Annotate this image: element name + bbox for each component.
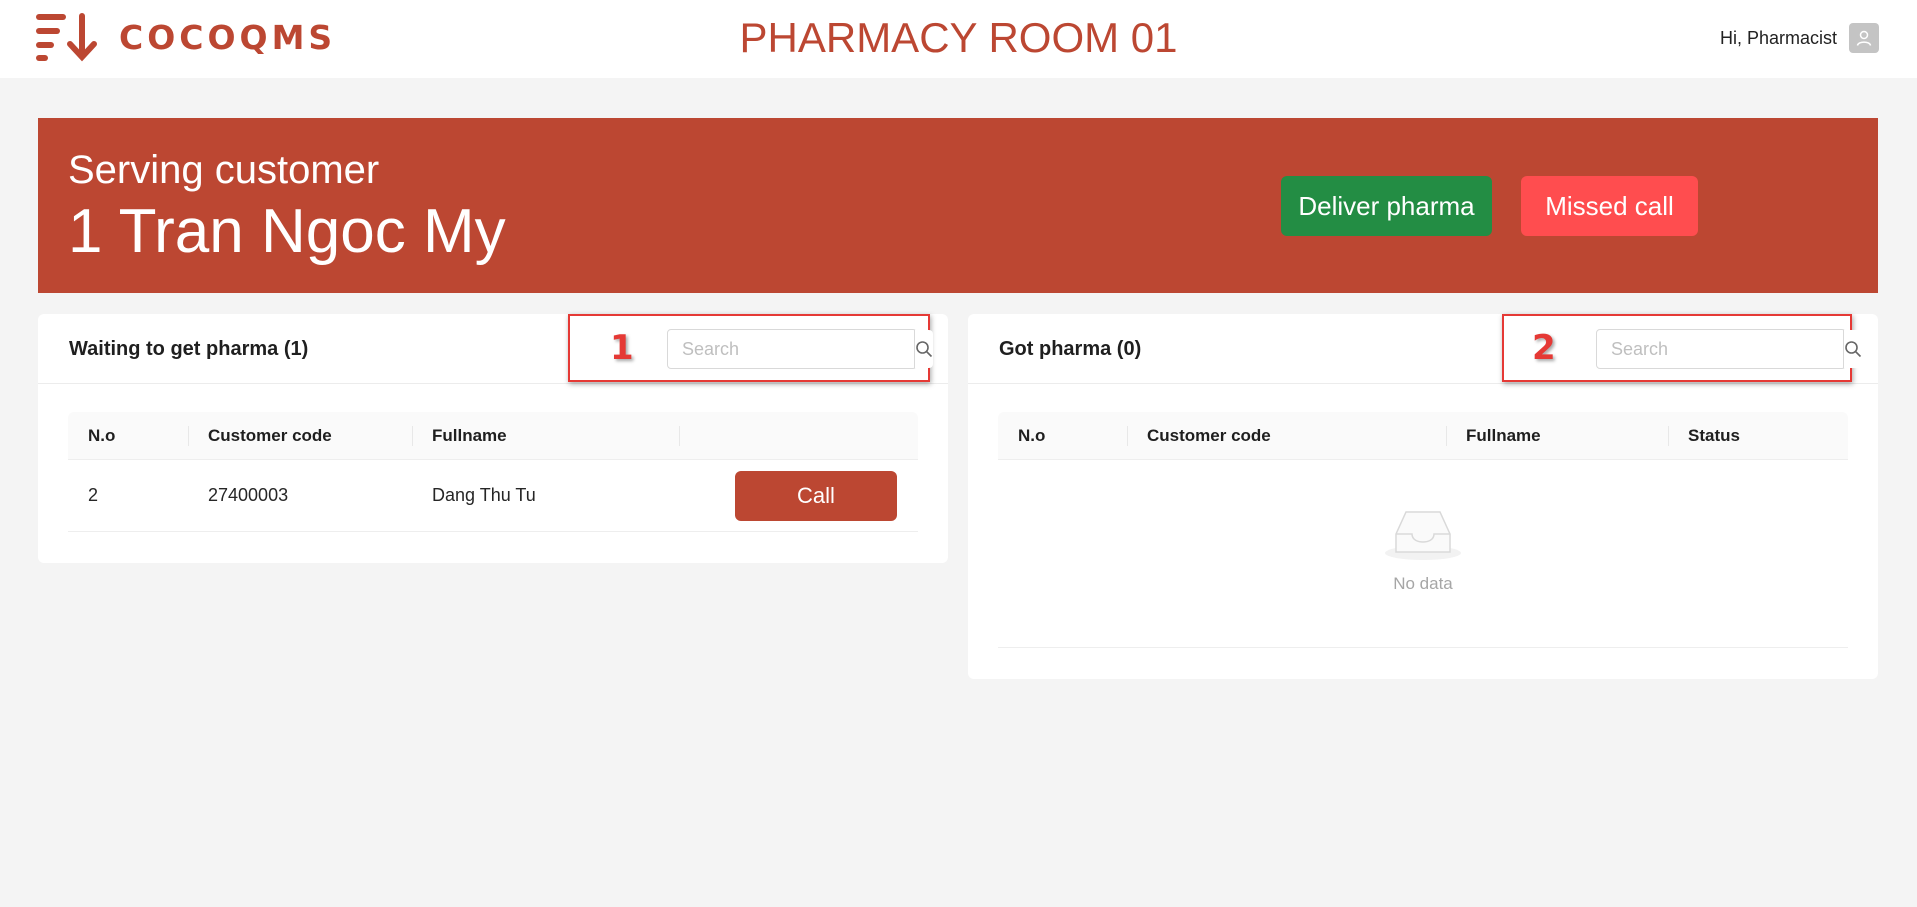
serving-label: Serving customer <box>68 148 380 192</box>
search-icon <box>1845 341 1862 358</box>
got-card-header: Got pharma (0) 2 <box>968 314 1878 384</box>
column-header: Customer code <box>188 412 412 460</box>
column-header <box>679 412 918 460</box>
search-icon <box>916 341 933 358</box>
deliver-pharma-button[interactable]: Deliver pharma <box>1281 176 1492 236</box>
cell-fullname: Dang Thu Tu <box>432 485 536 505</box>
empty-state: No data <box>998 460 1848 648</box>
page-title: PHARMACY ROOM 01 <box>739 14 1178 61</box>
serving-banner: Serving customer 1 Tran Ngoc My Deliver … <box>38 118 1878 293</box>
table-row: 2 27400003 Dang Thu Tu Call <box>68 460 918 532</box>
waiting-search <box>667 329 933 369</box>
cell-action: Call <box>679 470 918 521</box>
cell-customer-code: 27400003 <box>208 485 289 505</box>
column-header: N.o <box>88 425 116 445</box>
got-search-button[interactable] <box>1843 330 1862 368</box>
waiting-title: Waiting to get pharma (1) <box>69 338 309 360</box>
waiting-search-button[interactable] <box>914 330 933 368</box>
inbox-empty-icon <box>1385 511 1461 560</box>
column-header: N.o <box>1018 425 1046 445</box>
annotation-number-2: 2 <box>1532 328 1556 368</box>
column-header: Customer code <box>1127 412 1446 460</box>
column-header: Status <box>1668 412 1848 460</box>
missed-call-button[interactable]: Missed call <box>1521 176 1698 236</box>
call-button[interactable]: Call <box>735 470 897 521</box>
column-header: Fullname <box>1446 412 1668 460</box>
waiting-table-header: N.o Customer code Fullname <box>68 412 918 460</box>
waiting-search-input[interactable] <box>668 330 914 368</box>
waiting-card: Waiting to get pharma (1) 1 N.o Customer… <box>38 314 948 563</box>
empty-text: No data <box>1393 574 1453 593</box>
user-icon <box>1856 30 1872 46</box>
annotation-number-1: 1 <box>610 328 634 368</box>
got-table: N.o Customer code Fullname Status No dat… <box>998 412 1848 648</box>
avatar[interactable] <box>1849 23 1879 53</box>
got-search <box>1596 329 1862 369</box>
waiting-card-header: Waiting to get pharma (1) 1 <box>38 314 948 384</box>
user-menu[interactable]: Hi, Pharmacist <box>1720 23 1879 53</box>
user-greeting: Hi, Pharmacist <box>1719 27 1837 48</box>
column-header: Fullname <box>412 412 679 460</box>
header: COCOQMS PHARMACY ROOM 01 Hi, Pharmacist <box>0 0 1917 78</box>
waiting-table: N.o Customer code Fullname 2 27400003 Da… <box>68 412 918 532</box>
got-search-input[interactable] <box>1597 330 1843 368</box>
serving-customer: 1 Tran Ngoc My <box>68 197 506 266</box>
got-table-header: N.o Customer code Fullname Status <box>998 412 1848 460</box>
got-pharma-card: Got pharma (0) 2 N.o Customer code Fulln… <box>968 314 1878 679</box>
cell-no: 2 <box>88 485 99 505</box>
got-title: Got pharma (0) <box>999 338 1142 360</box>
